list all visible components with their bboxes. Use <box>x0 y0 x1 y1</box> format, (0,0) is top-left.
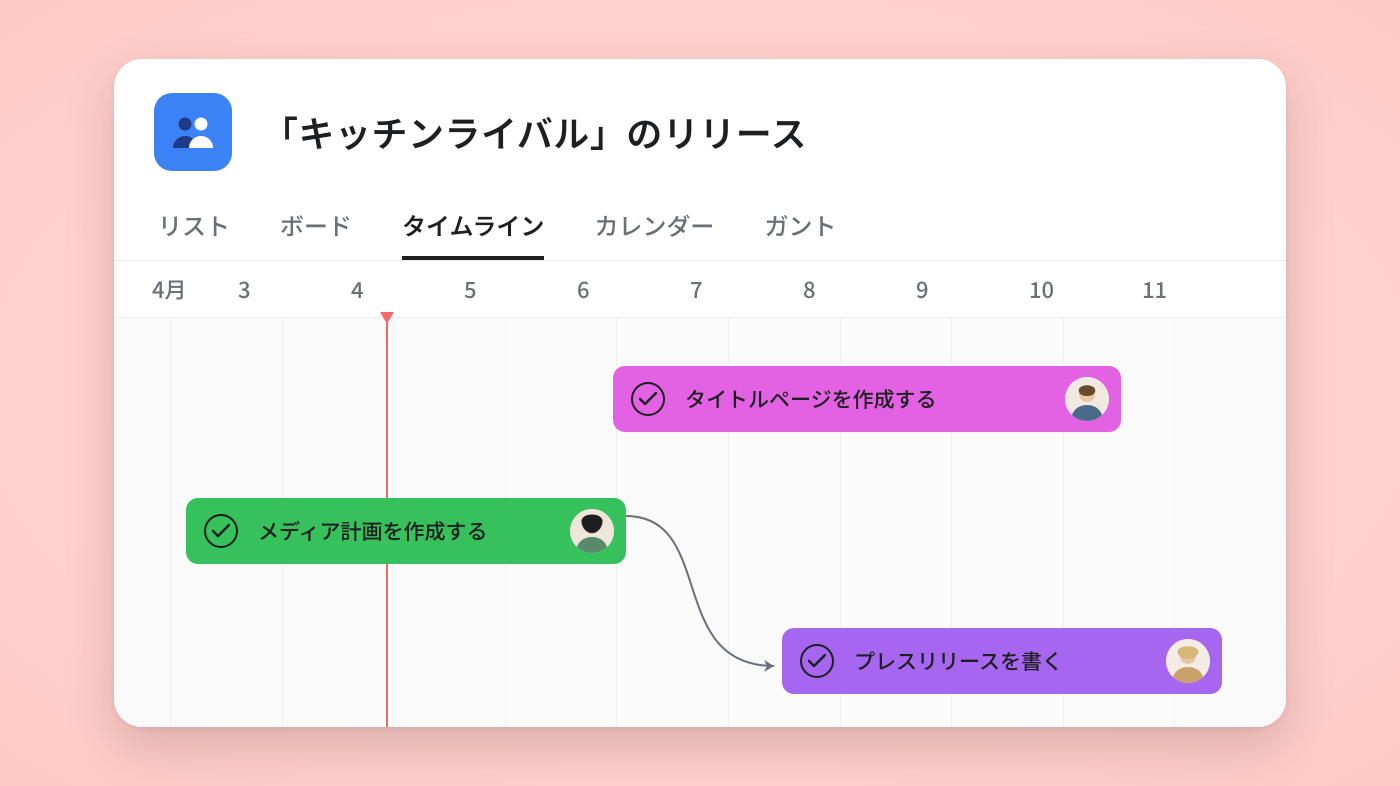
tab-list[interactable]: リスト <box>158 207 230 260</box>
day-label: 9 <box>916 273 1029 305</box>
project-card: 「キッチンライバル」のリリース リスト ボード タイムライン カレンダー ガント… <box>114 59 1286 727</box>
day-label: 10 <box>1029 273 1142 305</box>
day-label: 11 <box>1142 273 1255 305</box>
day-label: 4 <box>351 273 464 305</box>
check-circle-icon[interactable] <box>204 514 238 548</box>
check-circle-icon[interactable] <box>800 644 834 678</box>
task-bar[interactable]: タイトルページを作成する <box>613 366 1121 432</box>
timeline-area[interactable]: タイトルページを作成する メディア計画を作成する <box>114 317 1286 727</box>
task-bar[interactable]: メディア計画を作成する <box>186 498 626 564</box>
task-bar[interactable]: プレスリリースを書く <box>782 628 1222 694</box>
current-time-marker-icon <box>380 312 394 324</box>
task-label: メディア計画を作成する <box>258 516 550 546</box>
tab-board[interactable]: ボード <box>280 207 352 260</box>
task-label: タイトルページを作成する <box>685 384 1045 414</box>
avatar[interactable] <box>1065 377 1109 421</box>
day-label: 3 <box>238 273 351 305</box>
project-title: 「キッチンライバル」のリリース <box>262 106 807 158</box>
check-circle-icon[interactable] <box>631 382 665 416</box>
month-label: 4月 <box>152 273 238 305</box>
day-label: 7 <box>690 273 803 305</box>
avatar[interactable] <box>1166 639 1210 683</box>
people-icon <box>171 114 215 150</box>
day-label: 8 <box>803 273 916 305</box>
view-tabs: リスト ボード タイムライン カレンダー ガント <box>154 207 1246 260</box>
day-label: 5 <box>464 273 577 305</box>
task-label: プレスリリースを書く <box>854 646 1146 676</box>
avatar[interactable] <box>570 509 614 553</box>
tab-calendar[interactable]: カレンダー <box>594 207 714 260</box>
tab-gantt[interactable]: ガント <box>764 207 836 260</box>
tab-timeline[interactable]: タイムライン <box>402 207 544 260</box>
project-icon <box>154 93 232 171</box>
day-label: 6 <box>577 273 690 305</box>
header: 「キッチンライバル」のリリース リスト ボード タイムライン カレンダー ガント <box>114 59 1286 260</box>
date-header: 4月 3 4 5 6 7 8 9 10 11 <box>114 261 1286 317</box>
